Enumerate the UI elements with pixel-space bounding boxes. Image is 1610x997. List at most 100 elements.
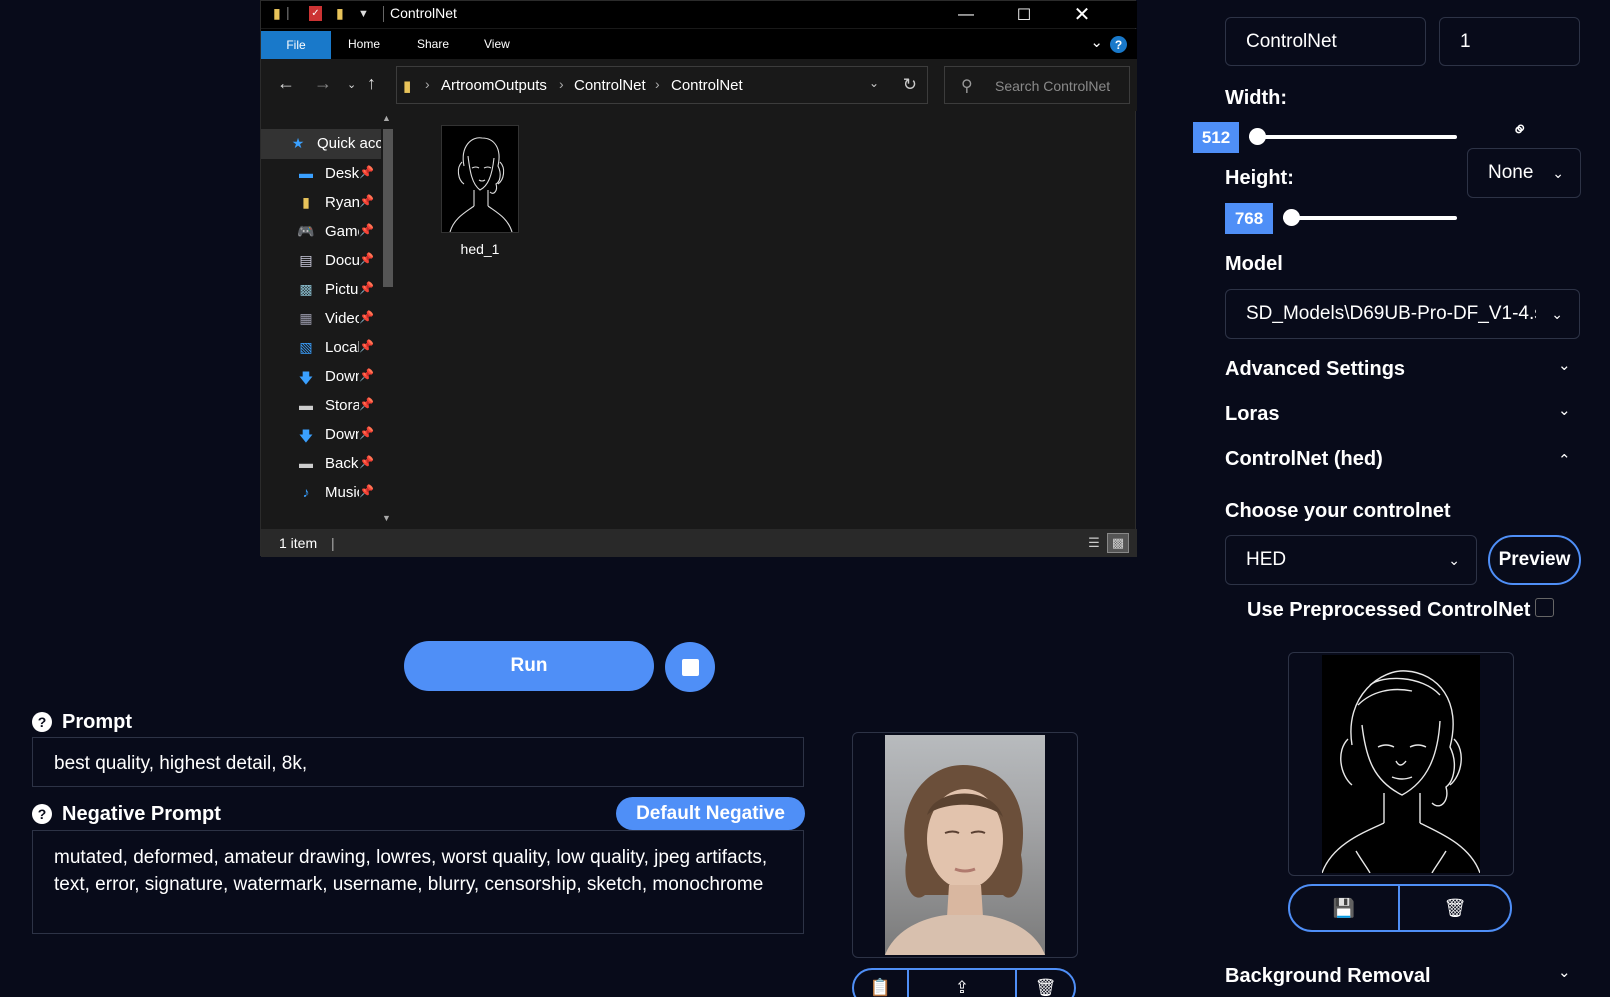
expand-ribbon-icon[interactable]: ⌄: [1090, 33, 1103, 51]
controlnet-image[interactable]: [1322, 655, 1480, 873]
tree-item-downloads[interactable]: 🡇 Downloads📌: [261, 362, 381, 392]
breadcrumb-separator[interactable]: ›: [559, 76, 564, 92]
close-button[interactable]: ✕: [1053, 1, 1111, 28]
status-bar: 1 item | ☰ ▩: [261, 529, 1137, 557]
width-slider[interactable]: [1249, 135, 1457, 139]
file-name: hed_1: [460, 241, 500, 257]
scrollbar-thumb[interactable]: [383, 129, 393, 287]
trash-icon[interactable]: 🗑: [1017, 970, 1074, 997]
tree-item-games[interactable]: 🎮 Games📌: [261, 217, 381, 247]
background-removal-header[interactable]: Background Removal: [1225, 965, 1431, 988]
item-count: 1 item: [279, 535, 318, 551]
tree-item-label: Music: [325, 484, 359, 501]
help-icon[interactable]: ?: [32, 712, 52, 732]
chevron-down-icon[interactable]: ⌄: [1558, 963, 1571, 981]
up-arrow-icon[interactable]: ↑: [367, 73, 376, 94]
tab-view[interactable]: View: [484, 37, 510, 51]
file-item[interactable]: hed_1: [440, 125, 520, 257]
tree-item-quick-access[interactable]: ★ Quick access: [261, 129, 381, 159]
model-select[interactable]: SD_Models\D69UB-Pro-DF_V1-4.safetensors …: [1225, 289, 1580, 339]
drive-icon: ▬: [299, 455, 313, 471]
tree-item-backup[interactable]: ▬ Backup📌: [261, 449, 381, 479]
search-input[interactable]: ⚲ Search ControlNet: [944, 66, 1130, 104]
chevron-down-icon[interactable]: ⌄: [1558, 401, 1571, 419]
tree-item-documents[interactable]: ▤ Documents📌: [261, 246, 381, 276]
tree-item-local-disk[interactable]: ▧ Local Disk📌: [261, 333, 381, 363]
controlnet-header[interactable]: ControlNet (hed): [1225, 448, 1383, 471]
help-icon[interactable]: ?: [1110, 36, 1127, 53]
refresh-icon[interactable]: ↻: [903, 75, 917, 95]
navigation-pane: ★ Quick access ▬Desktop📌 ▮Ryan📌 🎮Games📌 …: [261, 111, 393, 529]
new-folder-icon[interactable]: ▮: [336, 5, 344, 22]
tree-item-user[interactable]: ▮ Ryan 📌: [261, 188, 381, 218]
maximize-button[interactable]: ☐: [995, 1, 1053, 28]
tree-item-downloads-2[interactable]: 🡇 Downloads📌: [261, 420, 381, 450]
image-count-input[interactable]: 1: [1439, 17, 1580, 66]
controlnet-value: HED: [1246, 549, 1287, 570]
preview-button[interactable]: Preview: [1488, 535, 1581, 585]
chevron-down-icon: ⌄: [1552, 164, 1564, 181]
batch-name-value: ControlNet: [1246, 30, 1337, 52]
drive-icon: ▬: [299, 397, 313, 413]
breadcrumb-item[interactable]: ControlNet: [671, 77, 743, 94]
breadcrumb-separator[interactable]: ›: [655, 76, 660, 92]
link-icon[interactable]: ⚭: [1506, 115, 1536, 145]
pin-icon: 📌: [359, 397, 374, 411]
aspect-ratio-value: None: [1488, 162, 1534, 183]
large-icons-view-icon[interactable]: ▩: [1107, 533, 1129, 553]
run-button[interactable]: Run: [404, 641, 654, 691]
details-view-icon[interactable]: ☰: [1083, 533, 1105, 553]
folder-icon: ▮: [302, 194, 310, 210]
customize-toolbar-icon[interactable]: ▼: [358, 8, 369, 20]
forward-arrow-icon[interactable]: →: [314, 73, 332, 94]
tree-item-label: Games: [325, 223, 359, 240]
aspect-ratio-select[interactable]: None ⌄: [1467, 148, 1581, 198]
pin-icon: 📌: [359, 165, 374, 179]
clipboard-icon[interactable]: 📋: [854, 970, 910, 997]
upload-icon[interactable]: ⇪: [909, 970, 1018, 997]
breadcrumb-item[interactable]: ArtroomOutputs: [441, 77, 547, 94]
choose-controlnet-label: Choose your controlnet: [1225, 500, 1451, 522]
tree-item-videos[interactable]: ▦ Videos📌: [261, 304, 381, 334]
tree-item-music[interactable]: ♪ Music📌: [261, 478, 381, 508]
chevron-down-icon[interactable]: ⌄: [1558, 356, 1571, 374]
trash-icon[interactable]: 🗑: [1400, 886, 1510, 930]
folder-icon: ▮: [273, 5, 281, 21]
minimize-button[interactable]: —: [937, 1, 995, 28]
tree-item-pictures[interactable]: ▩ Pictures📌: [261, 275, 381, 305]
breadcrumb-item[interactable]: ControlNet: [574, 77, 646, 94]
stop-icon: [681, 658, 699, 676]
chevron-down-icon[interactable]: ⌄: [869, 76, 879, 90]
output-image[interactable]: [885, 735, 1045, 955]
negative-prompt-input[interactable]: mutated, deformed, amateur drawing, lowr…: [32, 830, 804, 934]
tree-item-storage[interactable]: ▬ Storage📌: [261, 391, 381, 421]
save-icon[interactable]: 💾: [1290, 886, 1400, 930]
width-slider-thumb[interactable]: [1249, 128, 1266, 145]
default-negative-button[interactable]: Default Negative: [616, 797, 805, 830]
height-slider-thumb[interactable]: [1283, 209, 1300, 226]
stop-button[interactable]: [665, 642, 715, 692]
tab-home[interactable]: Home: [348, 37, 380, 51]
tab-share[interactable]: Share: [417, 37, 449, 51]
scroll-down-icon[interactable]: ▼: [382, 513, 391, 523]
file-thumbnail: [441, 125, 519, 233]
scroll-up-icon[interactable]: ▲: [382, 113, 391, 123]
properties-icon[interactable]: ✓: [309, 6, 322, 21]
prompt-input[interactable]: best quality, highest detail, 8k,: [32, 737, 804, 787]
back-arrow-icon[interactable]: ←: [277, 73, 295, 94]
use-preprocessed-checkbox[interactable]: [1535, 598, 1554, 617]
chevron-up-icon[interactable]: ⌃: [1558, 451, 1571, 469]
batch-name-input[interactable]: ControlNet: [1225, 17, 1426, 66]
height-slider[interactable]: [1283, 216, 1457, 220]
recent-locations-icon[interactable]: ⌄: [347, 78, 356, 91]
tab-file[interactable]: File: [261, 31, 331, 59]
negative-prompt-label: Negative Prompt: [62, 803, 221, 825]
help-icon[interactable]: ?: [32, 804, 52, 824]
address-bar[interactable]: ▮ › ArtroomOutputs › ControlNet › Contro…: [396, 66, 928, 104]
advanced-settings-header[interactable]: Advanced Settings: [1225, 358, 1405, 381]
breadcrumb-separator[interactable]: ›: [425, 76, 430, 92]
controlnet-select[interactable]: HED ⌄: [1225, 535, 1477, 585]
loras-header[interactable]: Loras: [1225, 403, 1279, 426]
tree-item-desktop[interactable]: ▬ Desktop📌: [261, 159, 381, 189]
tree-scrollbar[interactable]: ▲ ▼: [381, 111, 393, 529]
